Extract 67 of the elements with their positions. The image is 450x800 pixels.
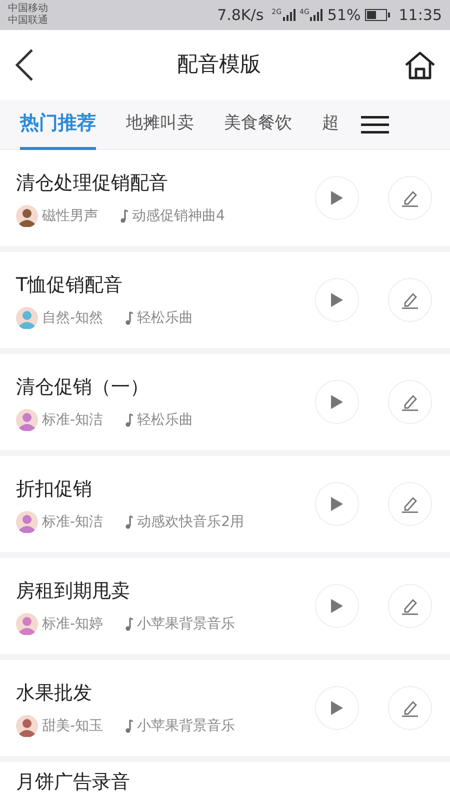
voice-name: 自然-知然 bbox=[42, 308, 104, 328]
back-icon bbox=[14, 48, 34, 82]
play-button[interactable] bbox=[315, 584, 359, 628]
music-note-icon bbox=[125, 311, 134, 326]
music-note-icon bbox=[125, 515, 134, 530]
music-name: 动感促销神曲4 bbox=[132, 206, 225, 226]
edit-button[interactable] bbox=[388, 278, 432, 322]
edit-icon bbox=[401, 393, 419, 411]
edit-icon bbox=[401, 291, 419, 309]
network-speed: 7.8K/s bbox=[217, 4, 264, 26]
voice-name: 磁性男声 bbox=[42, 206, 98, 226]
edit-icon bbox=[401, 597, 419, 615]
edit-icon bbox=[401, 495, 419, 513]
edit-button[interactable] bbox=[388, 380, 432, 424]
signal-icon bbox=[309, 9, 324, 21]
play-icon bbox=[330, 598, 344, 614]
music-note-icon bbox=[125, 413, 134, 428]
category-tab[interactable]: 超 bbox=[322, 100, 339, 150]
edit-button[interactable] bbox=[388, 686, 432, 730]
play-icon bbox=[330, 394, 344, 410]
template-title: 清仓促销（一） bbox=[16, 374, 150, 400]
music-name: 轻松乐曲 bbox=[137, 410, 194, 430]
menu-icon bbox=[361, 116, 389, 134]
battery-icon bbox=[364, 9, 391, 21]
template-title: 月饼广告录音 bbox=[16, 770, 131, 795]
music-name: 小苹果背景音乐 bbox=[137, 716, 236, 736]
template-title: 房租到期甩卖 bbox=[16, 578, 131, 604]
edit-icon bbox=[401, 699, 419, 717]
template-title: 水果批发 bbox=[16, 680, 93, 706]
play-button[interactable] bbox=[315, 278, 359, 322]
battery-percent: 51% bbox=[327, 4, 361, 26]
play-button[interactable] bbox=[315, 380, 359, 424]
edit-icon bbox=[401, 189, 419, 207]
menu-button[interactable] bbox=[361, 116, 389, 134]
music-note-icon bbox=[120, 209, 128, 224]
template-title: 折扣促销 bbox=[16, 476, 93, 502]
category-tab[interactable]: 地摊叫卖 bbox=[126, 100, 194, 150]
play-button[interactable] bbox=[315, 176, 359, 220]
category-tab[interactable]: 美食餐饮 bbox=[224, 100, 292, 150]
voice-name: 标准-知洁 bbox=[42, 410, 104, 430]
edit-button[interactable] bbox=[388, 482, 432, 526]
play-icon bbox=[330, 496, 344, 512]
clock: 11:35 bbox=[398, 4, 442, 26]
play-icon bbox=[330, 700, 344, 716]
signal-icon bbox=[282, 9, 296, 21]
back-button[interactable] bbox=[14, 48, 34, 82]
page-title: 配音模版 bbox=[177, 51, 261, 78]
play-icon bbox=[330, 292, 344, 308]
carrier-name: 中国联通 bbox=[8, 15, 48, 27]
home-icon bbox=[404, 50, 436, 80]
template-title: 清仓处理促销配音 bbox=[16, 170, 169, 196]
play-button[interactable] bbox=[315, 686, 359, 730]
template-title: T恤促销配音 bbox=[16, 272, 124, 298]
edit-button[interactable] bbox=[388, 584, 432, 628]
music-note-icon bbox=[125, 719, 134, 734]
voice-name: 甜美-知玉 bbox=[42, 716, 104, 736]
voice-name: 标准-知洁 bbox=[42, 512, 104, 532]
music-name: 轻松乐曲 bbox=[137, 308, 194, 328]
carrier-name: 中国移动 bbox=[8, 3, 48, 14]
play-icon bbox=[330, 190, 344, 206]
music-name: 动感欢快音乐2用 bbox=[137, 512, 244, 532]
music-note-icon bbox=[125, 617, 134, 632]
music-name: 小苹果背景音乐 bbox=[137, 614, 236, 634]
edit-button[interactable] bbox=[388, 176, 432, 220]
home-button[interactable] bbox=[404, 50, 436, 80]
voice-name: 标准-知婷 bbox=[42, 614, 104, 634]
play-button[interactable] bbox=[315, 482, 359, 526]
